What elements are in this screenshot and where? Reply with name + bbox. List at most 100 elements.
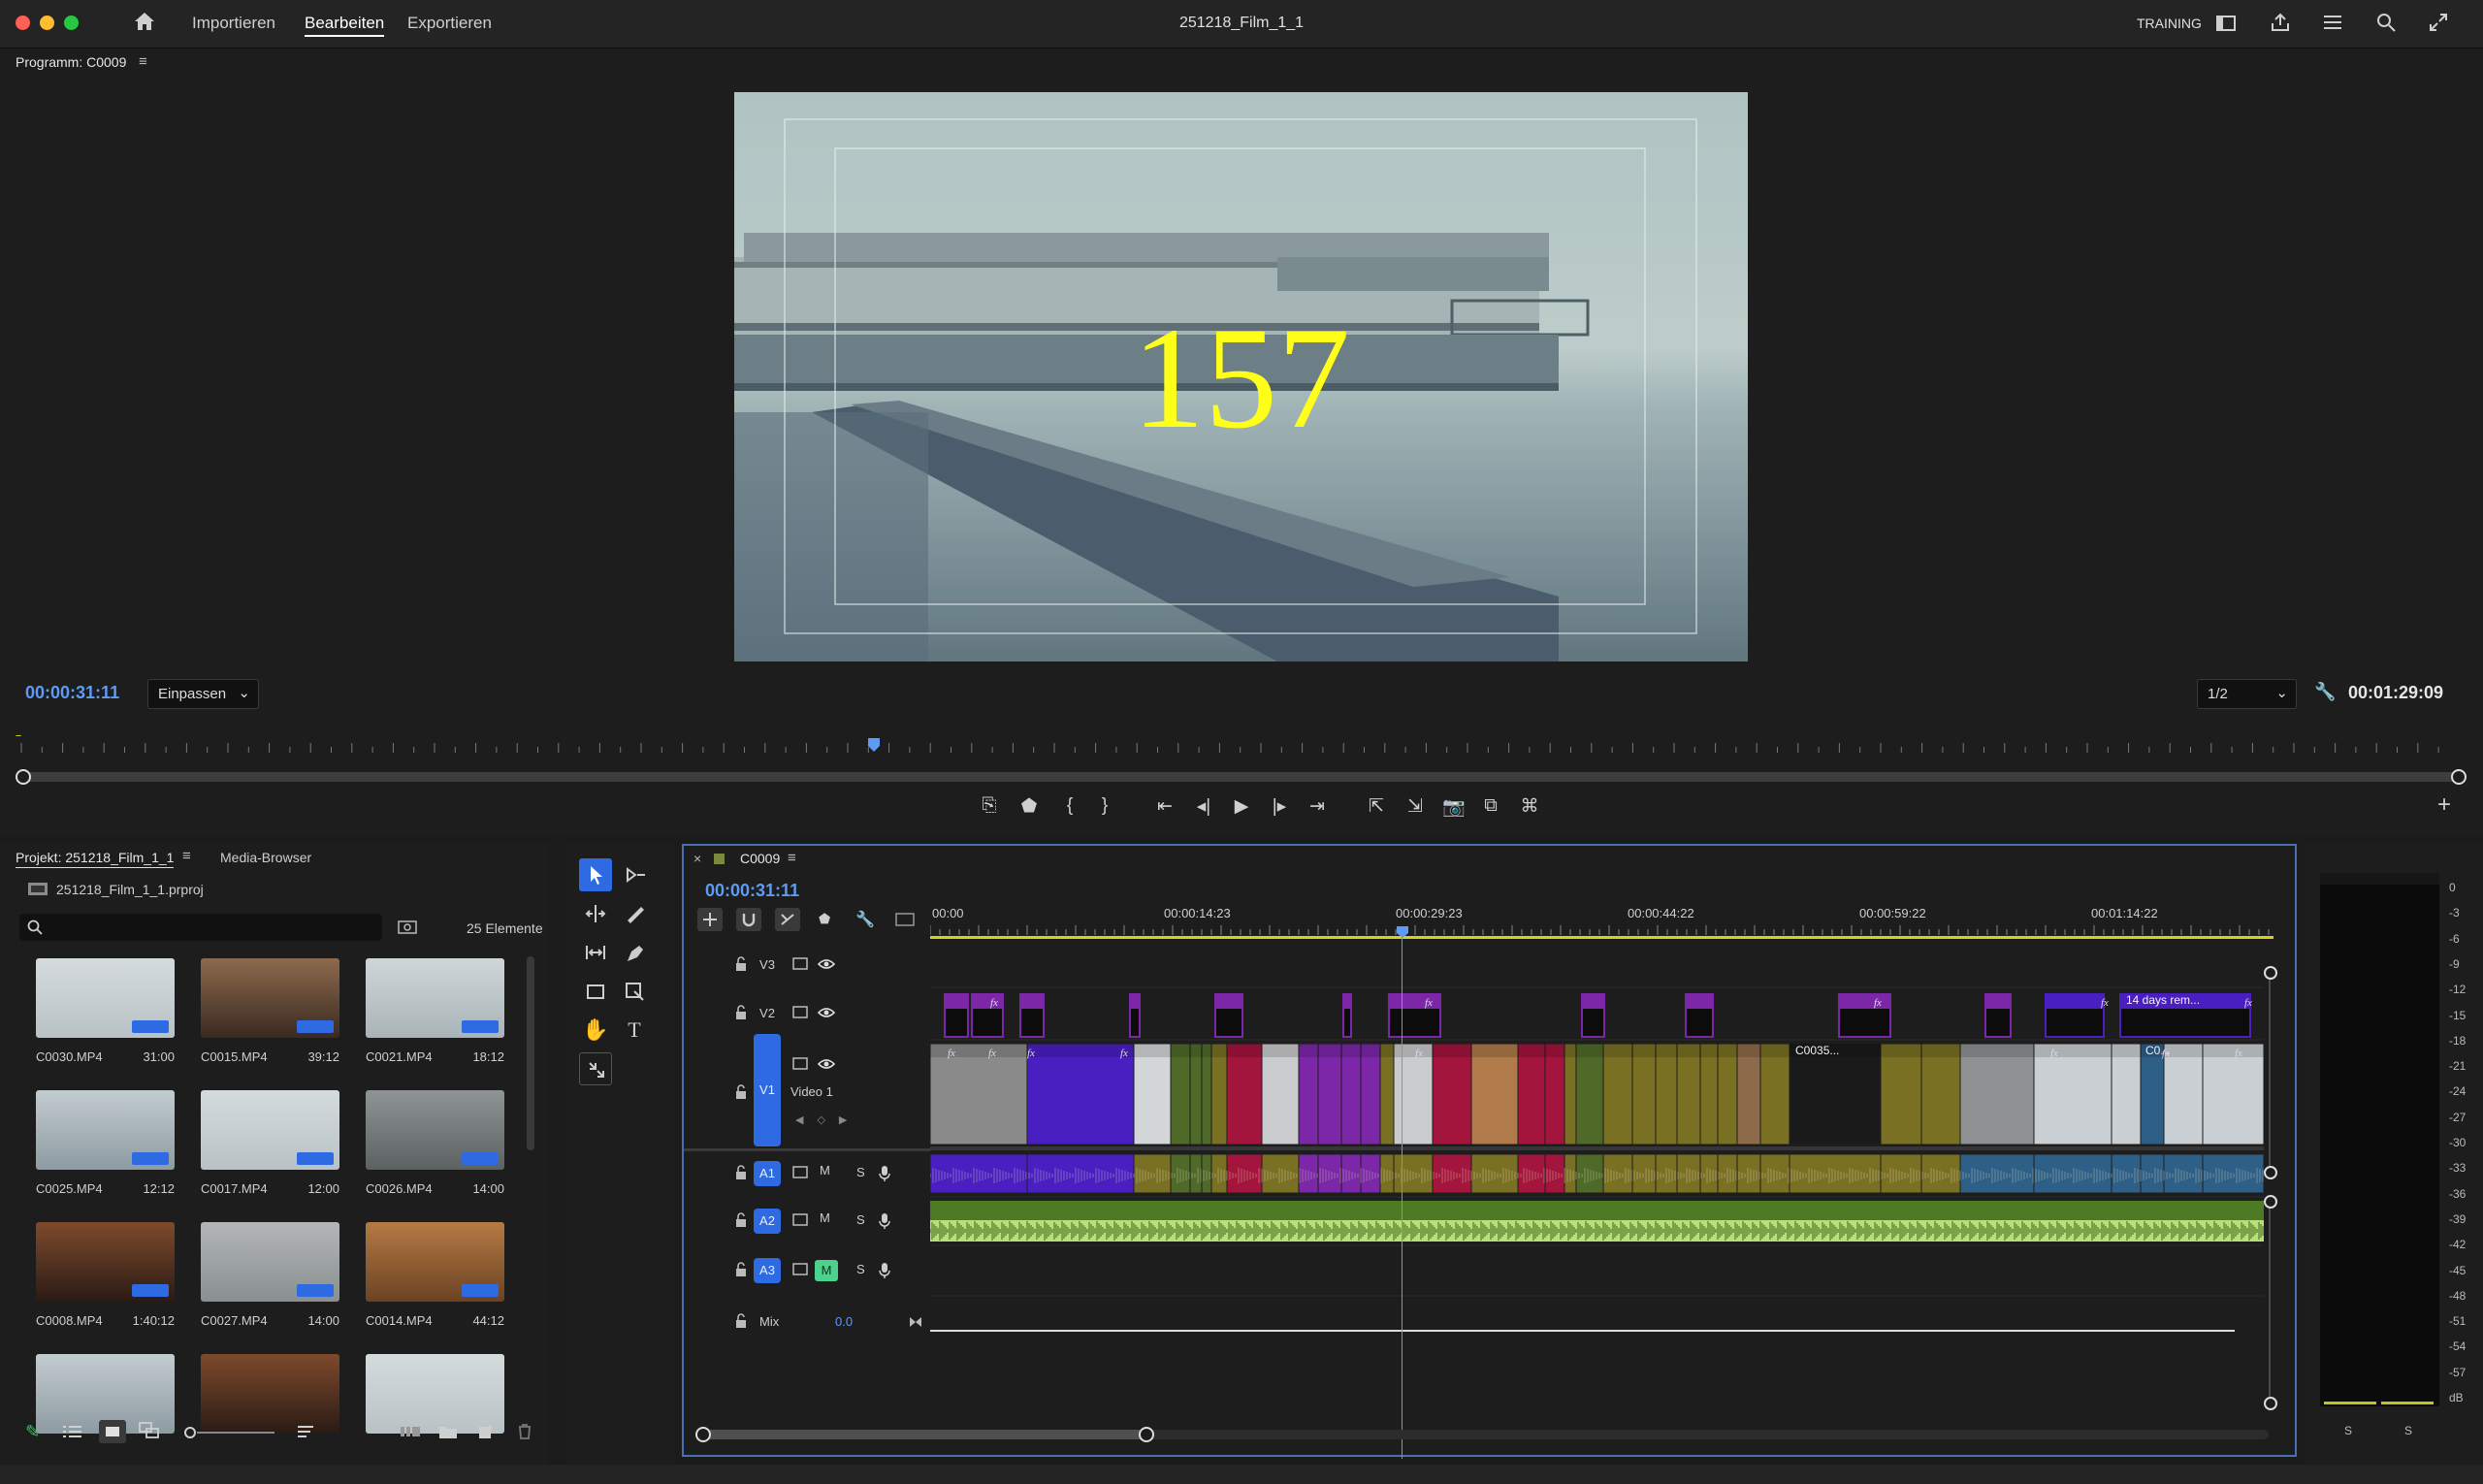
search-icon[interactable] (2375, 12, 2397, 38)
v2-clip[interactable] (1342, 993, 1352, 1038)
voice-over-record-icon[interactable] (878, 1261, 891, 1285)
v1-clip[interactable] (1880, 1043, 1922, 1145)
mark-in-icon[interactable]: { (1055, 795, 1084, 817)
sequence-tab[interactable]: C0009 (740, 851, 780, 866)
program-scroll-handle-right[interactable] (2451, 769, 2467, 785)
timeline-h-scroll-thumb[interactable] (701, 1430, 1147, 1439)
ripple-edit-tool-icon[interactable] (579, 897, 612, 930)
v1-clip[interactable] (1544, 1043, 1565, 1145)
minimize-window-button[interactable] (40, 16, 54, 30)
v1-clip[interactable] (1717, 1043, 1738, 1145)
rectangle-tool-icon[interactable] (579, 975, 612, 1008)
v1-clip[interactable] (1959, 1043, 2035, 1145)
mix-volume-value[interactable]: 0.0 (835, 1314, 853, 1329)
comparison-view-icon[interactable]: ⧉ (1476, 795, 1505, 817)
panel-layout-icon[interactable] (2215, 14, 2237, 38)
v1-clip[interactable] (1360, 1043, 1381, 1145)
voice-over-record-icon[interactable] (878, 1164, 891, 1188)
captions-icon[interactable] (895, 913, 915, 931)
v2-clip[interactable] (1129, 993, 1141, 1038)
add-marker-icon[interactable]: ⬟ (1015, 795, 1044, 818)
v2-clip[interactable] (1214, 993, 1243, 1038)
program-zoom-scrollbar[interactable] (21, 772, 2461, 782)
toggle-sync-lock-icon[interactable] (792, 1263, 808, 1281)
toggle-sync-lock-icon[interactable] (792, 1006, 808, 1024)
track-lock-icon[interactable] (734, 1165, 748, 1183)
new-search-bin-icon[interactable] (398, 919, 417, 939)
timeline-playhead[interactable] (1396, 925, 1409, 944)
v1-clip[interactable] (1699, 1043, 1719, 1145)
v1-clip[interactable] (1575, 1043, 1604, 1145)
maximize-window-button[interactable] (64, 16, 79, 30)
mute-track-button[interactable]: M (820, 1163, 830, 1178)
v1-clip[interactable] (1170, 1043, 1191, 1145)
v1-clip[interactable] (1736, 1043, 1761, 1145)
v2-clip[interactable] (1685, 993, 1714, 1038)
meter-solo-left[interactable]: S (2344, 1424, 2352, 1437)
close-sequence-icon[interactable]: × (693, 851, 701, 866)
toggle-output-eye-icon[interactable] (817, 957, 836, 976)
v1-clip[interactable] (1298, 1043, 1319, 1145)
track-lock-icon[interactable] (734, 1262, 748, 1280)
track-name[interactable]: Video 1 (790, 1084, 833, 1099)
a1-clip[interactable] (1210, 1153, 1228, 1194)
zoom-dropdown[interactable]: Einpassen ⌄ (147, 679, 259, 709)
v1-clip[interactable] (930, 1043, 1028, 1145)
home-icon[interactable] (130, 11, 159, 38)
play-icon[interactable]: ▶ (1227, 795, 1256, 818)
new-item-icon[interactable] (478, 1424, 496, 1444)
keyframe-nav-icon[interactable]: ◀◇▶ (795, 1113, 860, 1126)
panel-menu-icon[interactable]: ≡ (182, 848, 191, 864)
v1-clip[interactable] (1340, 1043, 1362, 1145)
freeform-view-icon[interactable] (139, 1422, 160, 1444)
wrench-icon[interactable]: 🔧 (2314, 682, 2336, 702)
track-lock-icon[interactable] (734, 1005, 748, 1023)
v1-clip[interactable] (2111, 1043, 2142, 1145)
project-item-thumbnail[interactable] (201, 958, 339, 1038)
v2-clip[interactable] (971, 993, 1004, 1038)
project-item-thumbnail[interactable] (366, 1090, 504, 1170)
fullscreen-icon[interactable] (2428, 12, 2449, 38)
project-item-thumbnail[interactable] (366, 1354, 504, 1434)
v1-clip[interactable] (1470, 1043, 1519, 1145)
v2-clip[interactable] (1388, 993, 1441, 1038)
track-lock-icon[interactable] (734, 1313, 748, 1332)
mute-track-button[interactable]: M (815, 1260, 838, 1281)
project-item-thumbnail[interactable] (36, 1090, 175, 1170)
track-lock-icon[interactable] (734, 1212, 748, 1231)
menu-edit[interactable]: Bearbeiten (305, 14, 385, 37)
project-item-thumbnail[interactable] (201, 1090, 339, 1170)
panel-menu-icon[interactable]: ≡ (139, 53, 147, 70)
a1-clip[interactable] (1699, 1153, 1719, 1194)
export-frame-icon[interactable]: 📷 (1439, 795, 1468, 819)
video-scroll-top-handle[interactable] (2264, 966, 2277, 980)
v1-clip[interactable] (2140, 1043, 2165, 1145)
mark-out-icon[interactable]: } (1090, 795, 1119, 817)
toggle-sync-lock-icon[interactable] (792, 1057, 808, 1076)
workspace-label[interactable]: TRAINING (2137, 16, 2202, 31)
solo-track-button[interactable]: S (856, 1212, 865, 1227)
v2-clip[interactable] (1984, 993, 2012, 1038)
zoom-slider-track[interactable] (197, 1432, 274, 1434)
program-current-timecode[interactable]: 00:00:31:11 (25, 683, 119, 703)
project-scrollbar[interactable] (527, 956, 534, 1150)
project-search-input[interactable] (19, 914, 382, 941)
toggle-output-eye-icon[interactable] (817, 1006, 836, 1024)
v1-clip[interactable] (2033, 1043, 2112, 1145)
snap-icon[interactable] (736, 908, 761, 931)
toggle-sync-lock-icon[interactable] (792, 1213, 808, 1232)
v1-clip[interactable] (1564, 1043, 1577, 1145)
project-item-thumbnail[interactable] (201, 1354, 339, 1434)
share-icon[interactable] (2270, 12, 2291, 38)
pen-tool-icon[interactable] (618, 936, 651, 969)
timeline-playhead-line[interactable] (1402, 935, 1403, 1459)
meter-solo-right[interactable]: S (2404, 1424, 2412, 1437)
v1-clip[interactable] (1379, 1043, 1395, 1145)
v1-clip[interactable] (1261, 1043, 1300, 1145)
voice-over-record-icon[interactable] (878, 1211, 891, 1236)
program-playhead[interactable] (867, 737, 881, 758)
panel-menu-icon[interactable]: ≡ (788, 850, 796, 866)
v1-clip[interactable] (1631, 1043, 1657, 1145)
v1-clip[interactable] (1602, 1043, 1633, 1145)
audio-scroll-top-handle[interactable] (2264, 1195, 2277, 1209)
